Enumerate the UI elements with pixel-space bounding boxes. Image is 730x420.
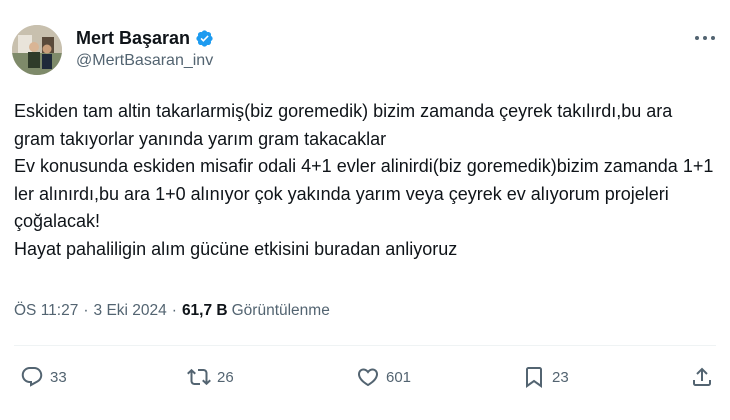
tweet: Mert Başaran @MertBasaran_inv Eskiden ta… — [0, 0, 730, 420]
reply-count: 33 — [50, 368, 67, 386]
bookmark-button[interactable]: 23 — [522, 364, 569, 390]
repost-icon — [187, 368, 211, 386]
like-button[interactable]: 601 — [356, 364, 411, 390]
share-button[interactable] — [690, 364, 714, 390]
share-icon — [693, 367, 711, 386]
repost-button[interactable]: 26 — [187, 364, 234, 390]
like-icon — [357, 368, 379, 387]
verified-badge-icon[interactable] — [195, 29, 214, 48]
tweet-meta: ÖS 11:27 · 3 Eki 2024 · 61,7 B Görüntüle… — [14, 302, 330, 320]
author-display-name[interactable]: Mert Başaran — [76, 28, 190, 49]
author-name-row: Mert Başaran — [76, 28, 214, 49]
repost-count: 26 — [217, 368, 234, 386]
like-count: 601 — [386, 368, 412, 386]
more-icon[interactable] — [692, 28, 718, 48]
bookmark-icon — [526, 367, 542, 388]
avatar[interactable] — [12, 25, 62, 75]
views-label: Görüntülenme — [231, 302, 330, 319]
meta-separator: · — [83, 302, 89, 319]
divider — [14, 345, 716, 346]
meta-separator: · — [171, 302, 177, 319]
tweet-date[interactable]: 3 Eki 2024 — [94, 302, 167, 320]
tweet-time[interactable]: ÖS 11:27 — [14, 302, 78, 320]
views-count: 61,7 B — [181, 302, 228, 319]
bookmark-count: 23 — [552, 368, 569, 386]
author-handle[interactable]: @MertBasaran_inv — [76, 52, 213, 70]
reply-button[interactable]: 33 — [20, 364, 67, 390]
tweet-text: Eskiden tam altin takarlarmiş(biz goreme… — [14, 101, 714, 259]
reply-icon — [21, 367, 43, 387]
